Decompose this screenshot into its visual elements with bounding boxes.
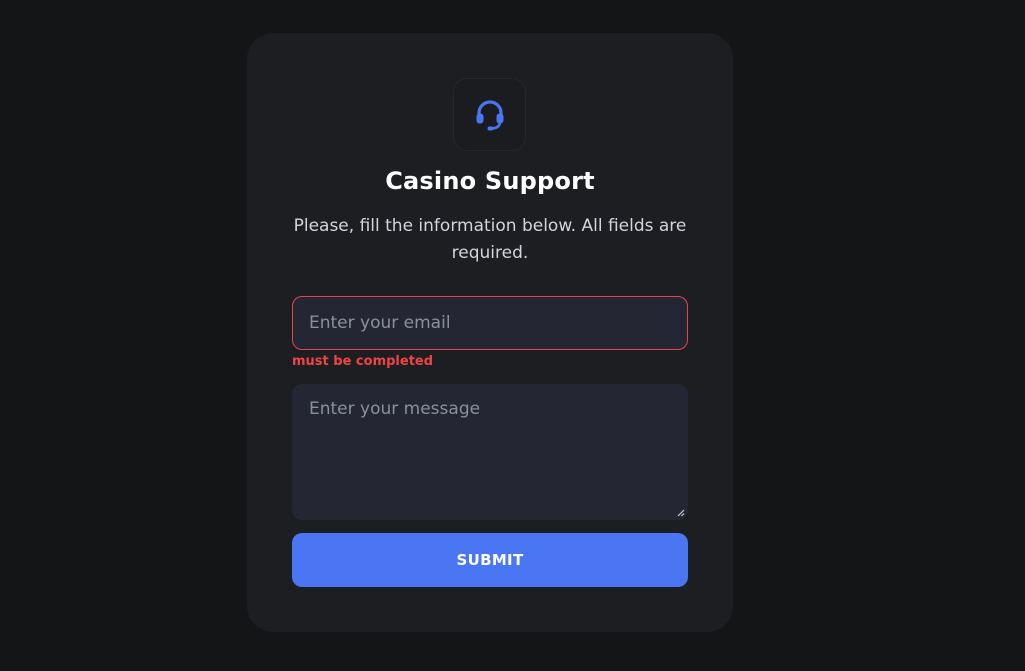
headset-icon (476, 99, 503, 130)
support-card: Casino Support Please, fill the informat… (247, 33, 733, 632)
email-error-message: must be completed (292, 354, 434, 369)
message-field[interactable] (292, 384, 688, 520)
email-field[interactable] (292, 296, 688, 350)
form-instructions: Please, fill the information below. All … (293, 216, 687, 263)
logo-box (453, 78, 526, 151)
submit-button[interactable]: SUBMIT (292, 533, 688, 587)
resize-handle-icon[interactable] (677, 509, 685, 517)
page-title: Casino Support (385, 167, 595, 195)
